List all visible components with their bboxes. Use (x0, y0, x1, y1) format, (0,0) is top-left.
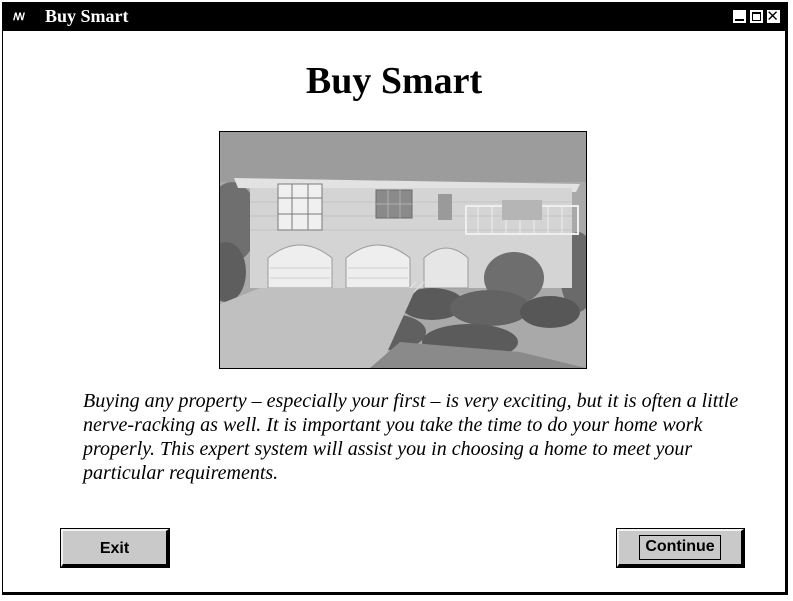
house-photo (219, 131, 587, 369)
title-bar[interactable]: ꟿ Buy Smart (3, 3, 785, 31)
app-icon[interactable]: ꟿ (13, 12, 25, 23)
maximize-button[interactable] (749, 9, 764, 24)
minimize-button[interactable] (732, 9, 747, 24)
continue-button-label: Continue (639, 535, 721, 560)
close-button[interactable] (766, 9, 781, 24)
minimize-icon (735, 19, 744, 21)
intro-text: Buying any property – especially your fi… (83, 390, 739, 484)
window-title: Buy Smart (45, 6, 129, 26)
app-window: ꟿ Buy Smart Buy Smart Buying any propert… (2, 2, 788, 595)
house-photo-image (220, 132, 586, 368)
continue-button[interactable]: Continue (616, 528, 745, 568)
window-controls (732, 9, 781, 24)
exit-button[interactable]: Exit (60, 528, 170, 568)
maximize-icon (752, 12, 761, 21)
close-icon (768, 11, 778, 21)
page-heading: Buy Smart (305, 60, 483, 102)
